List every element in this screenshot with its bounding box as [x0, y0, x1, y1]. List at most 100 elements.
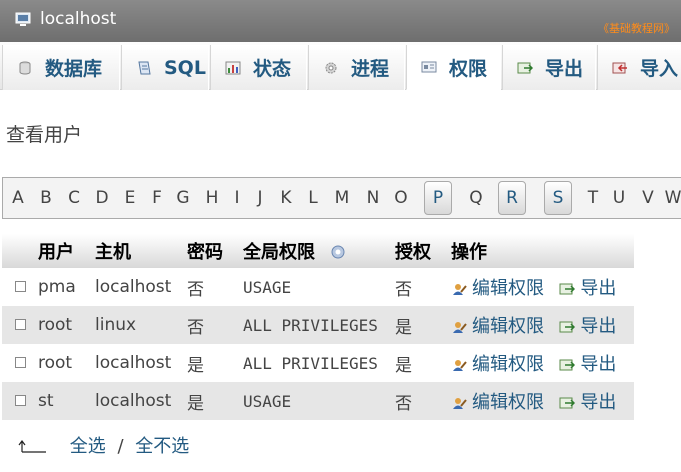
unselect-all-link[interactable]: 全不选 — [135, 436, 189, 457]
initial-letter-l: L — [308, 188, 318, 208]
tab-label: SQL — [164, 56, 206, 79]
password-cell: 是 — [183, 344, 239, 382]
gear-icon — [325, 62, 337, 73]
host-cell: localhost — [91, 344, 183, 382]
server-name-link[interactable]: localhost — [40, 9, 116, 29]
password-column-header: 密码 — [183, 234, 239, 268]
initial-letter-i: I — [234, 188, 240, 208]
host-cell: localhost — [91, 382, 183, 420]
user-cell: pma — [34, 268, 91, 306]
export-icon — [559, 359, 576, 371]
export-icon — [517, 62, 533, 73]
sql-icon — [138, 61, 151, 74]
initial-letter-p-button[interactable]: P — [424, 181, 452, 215]
initial-letter-k: K — [280, 188, 292, 208]
tab-databases[interactable]: 数据库 — [2, 45, 120, 90]
database-icon — [19, 61, 31, 74]
select-column-header — [2, 234, 34, 268]
edit-privileges-link[interactable]: 编辑权限 — [472, 392, 544, 413]
grant-cell: 否 — [391, 382, 447, 420]
user-table: 用户 主机 密码 全局权限 授权 操作 pma localhost 否 USAG… — [2, 234, 634, 420]
tab-label: 状态 — [253, 58, 292, 80]
tab-label: 导入 — [640, 58, 679, 80]
export-icon — [559, 321, 576, 333]
export-icon — [559, 283, 576, 295]
page-title: 查看用户 — [6, 124, 83, 146]
export-user-link[interactable]: 导出 — [580, 354, 616, 375]
user-cell: st — [34, 382, 91, 420]
row-checkbox[interactable] — [15, 281, 26, 292]
bulk-select-bar: 全选 / 全不选 — [18, 432, 189, 458]
host-column-header: 主机 — [91, 234, 183, 268]
edit-privileges-link[interactable]: 编辑权限 — [472, 316, 544, 337]
global-privileges-column-header: 全局权限 — [239, 234, 391, 268]
initial-letter-j: J — [257, 188, 263, 208]
tab-export[interactable]: 导出 — [502, 45, 596, 90]
initial-letter-n: N — [366, 188, 380, 208]
initial-letter-u: U — [612, 188, 626, 208]
tab-label: 数据库 — [45, 58, 103, 80]
grant-column-header: 授权 — [391, 234, 447, 268]
tab-status[interactable]: 状态 — [210, 45, 307, 90]
table-row: st localhost 是 USAGE 否 编辑权限 导出 — [2, 382, 634, 420]
privileges-cell: USAGE — [239, 382, 391, 420]
initial-letter-a: A — [12, 188, 24, 208]
grant-cell: 是 — [391, 306, 447, 344]
export-user-link[interactable]: 导出 — [580, 278, 616, 299]
watermark-text: 《基础教程网》 — [598, 22, 675, 35]
edit-privileges-icon — [453, 398, 467, 409]
privileges-cell: USAGE — [239, 268, 391, 306]
initial-letter-o: O — [394, 188, 408, 208]
initial-letter-t: T — [587, 188, 599, 208]
initial-letter-h: H — [205, 188, 219, 208]
user-cell: root — [34, 306, 91, 344]
tab-sql[interactable]: SQL — [121, 45, 209, 90]
initial-letter-r-button[interactable]: R — [498, 181, 526, 215]
export-user-link[interactable]: 导出 — [580, 392, 616, 413]
tab-label: 导出 — [545, 58, 584, 80]
edit-privileges-link[interactable]: 编辑权限 — [472, 354, 544, 375]
initial-letter-v: V — [642, 188, 654, 208]
initial-letter-m: M — [334, 188, 350, 208]
password-cell: 否 — [183, 268, 239, 306]
user-cell: root — [34, 344, 91, 382]
grant-cell: 否 — [391, 268, 447, 306]
table-header-row: 用户 主机 密码 全局权限 授权 操作 — [2, 234, 634, 268]
server-titlebar: localhost 《基础教程网》 — [0, 0, 681, 42]
table-row: pma localhost 否 USAGE 否 编辑权限 导出 — [2, 268, 634, 306]
global-privileges-header-label: 全局权限 — [243, 242, 315, 263]
tab-label: 权限 — [449, 57, 488, 80]
export-icon — [559, 397, 576, 409]
row-checkbox[interactable] — [15, 357, 26, 368]
initials-filter-bar: A B C D E F G H I J K L M N O P Q R S T … — [2, 177, 681, 219]
initial-letter-b: B — [40, 188, 52, 208]
initial-letter-f: F — [152, 188, 162, 208]
edit-privileges-icon — [453, 284, 467, 295]
tab-import[interactable]: 导入 — [597, 45, 681, 90]
import-icon — [612, 62, 627, 73]
server-icon — [15, 12, 31, 26]
row-checkbox[interactable] — [15, 395, 26, 406]
tab-privileges[interactable]: 权限 — [406, 45, 501, 90]
action-column-header: 操作 — [447, 234, 634, 268]
select-separator: / — [117, 436, 124, 457]
initial-letter-s-button[interactable]: S — [544, 181, 572, 215]
select-all-link[interactable]: 全选 — [70, 436, 106, 457]
edit-privileges-link[interactable]: 编辑权限 — [472, 278, 544, 299]
initial-letter-e: E — [124, 188, 136, 208]
edit-privileges-icon — [453, 360, 467, 371]
table-row: root localhost 是 ALL PRIVILEGES 是 编辑权限 导… — [2, 344, 634, 382]
row-checkbox[interactable] — [15, 319, 26, 330]
export-user-link[interactable]: 导出 — [580, 316, 616, 337]
initial-letter-d: D — [95, 188, 109, 208]
tab-label: 进程 — [351, 58, 390, 80]
tab-processes[interactable]: 进程 — [308, 45, 405, 90]
initial-letter-w: W — [664, 188, 681, 208]
user-column-header: 用户 — [34, 234, 91, 268]
help-icon[interactable] — [331, 245, 345, 259]
edit-privileges-icon — [453, 322, 467, 333]
initial-letter-g: G — [176, 188, 190, 208]
grant-cell: 是 — [391, 344, 447, 382]
initial-letter-q: Q — [469, 188, 483, 208]
status-icon — [225, 61, 241, 74]
